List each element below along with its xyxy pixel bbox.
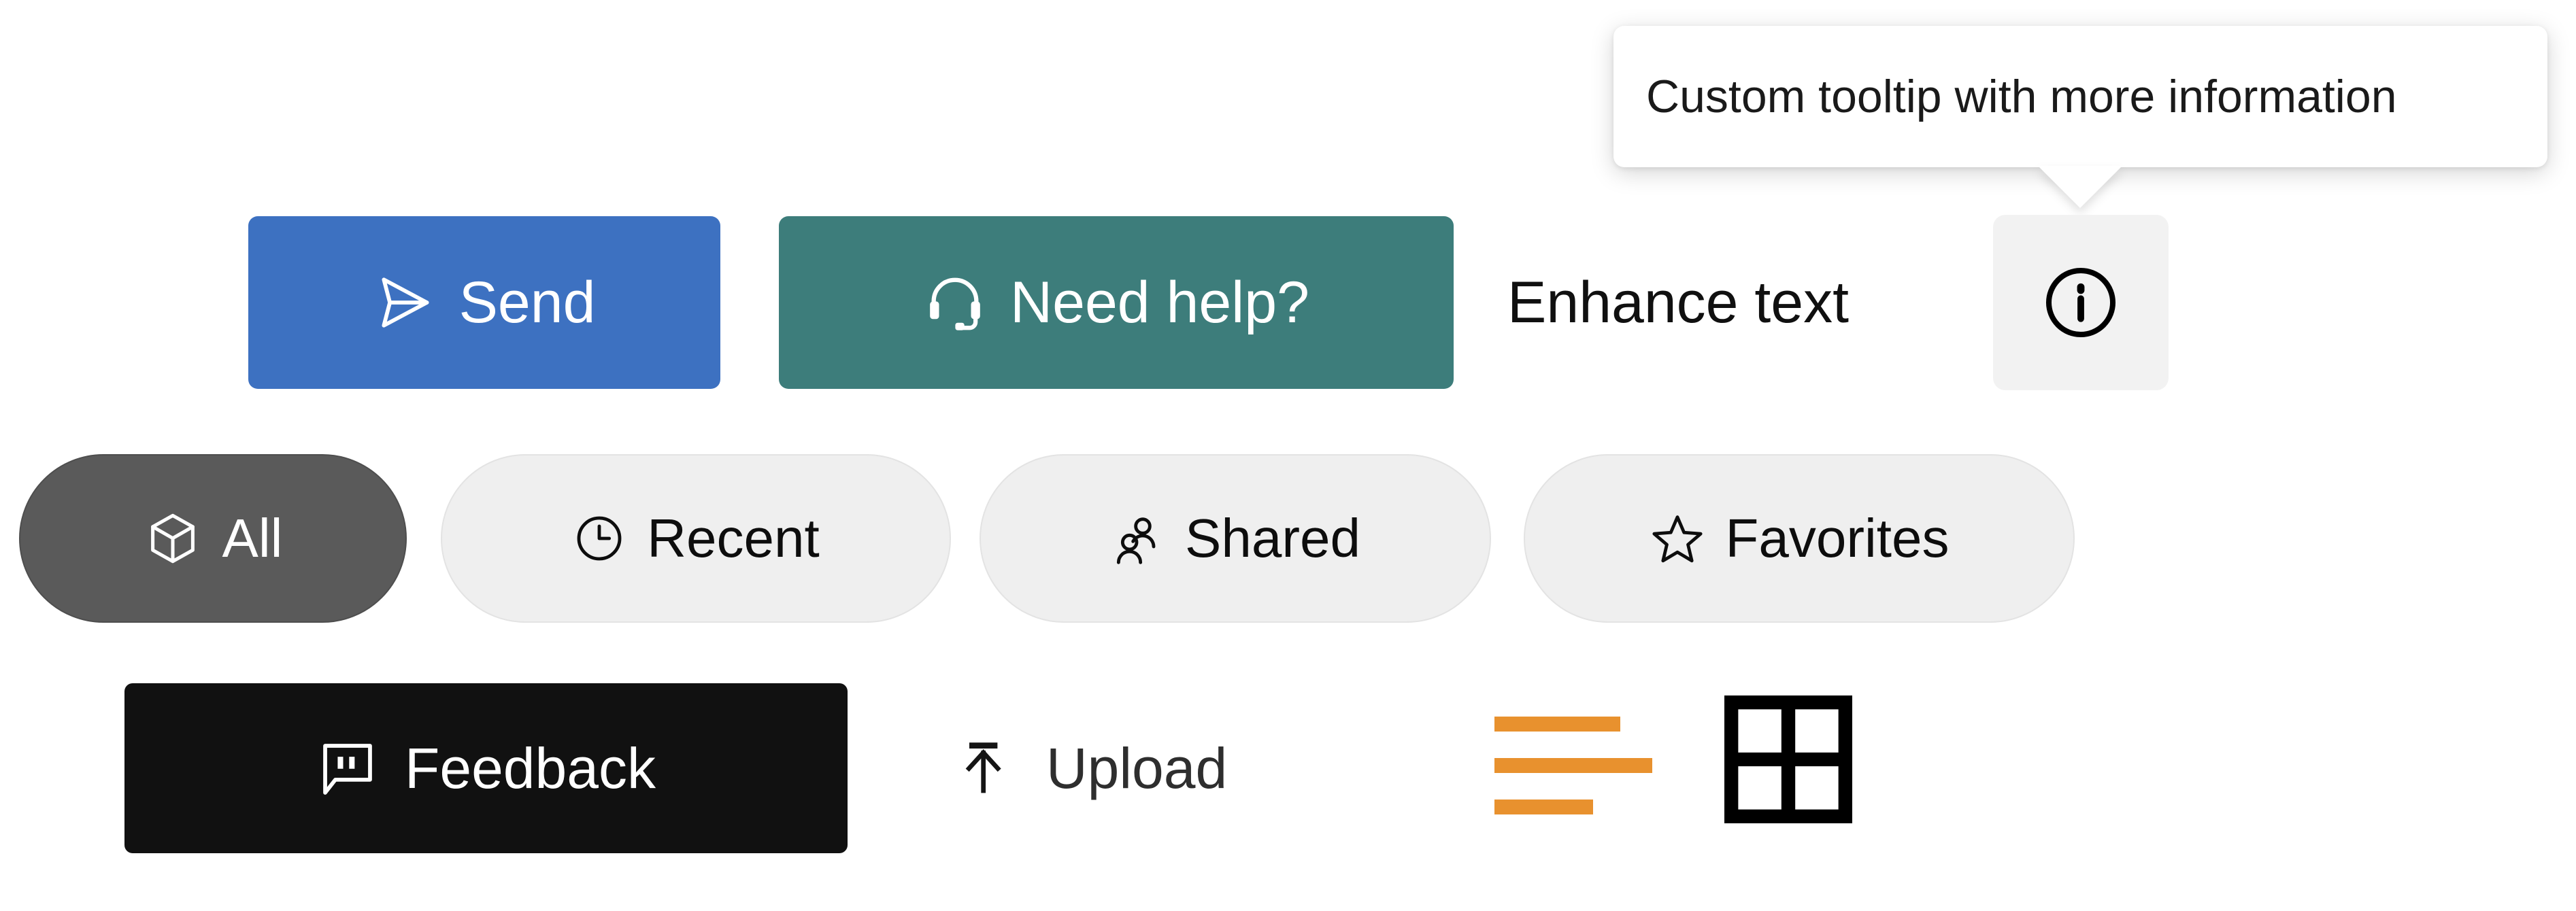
- send-button-label: Send: [458, 270, 596, 335]
- headset-icon: [923, 271, 987, 334]
- tooltip: Custom tooltip with more information: [1613, 26, 2547, 167]
- toolbar-demo-canvas: Custom tooltip with more information Sen…: [0, 0, 2576, 911]
- list-view-icon-line-2: [1494, 758, 1652, 773]
- feedback-button-label: Feedback: [405, 736, 656, 800]
- filter-pill-recent-label: Recent: [647, 508, 820, 568]
- filter-pill-all-label: All: [222, 508, 283, 568]
- info-button[interactable]: [1993, 215, 2169, 390]
- filter-pill-favorites-label: Favorites: [1725, 508, 1950, 568]
- list-view-icon-line-3: [1494, 800, 1593, 814]
- feedback-button[interactable]: Feedback: [124, 683, 848, 853]
- enhance-text-label: Enhance text: [1507, 269, 1850, 335]
- filter-pill-favorites[interactable]: Favorites: [1524, 454, 2075, 623]
- filter-pill-shared[interactable]: Shared: [980, 454, 1491, 623]
- cube-icon: [144, 509, 202, 568]
- filter-pill-all[interactable]: All: [19, 454, 407, 623]
- filter-pill-shared-label: Shared: [1185, 508, 1360, 568]
- star-icon: [1650, 511, 1705, 566]
- comment-quote-icon: [316, 737, 379, 800]
- tooltip-arrow: [2038, 166, 2122, 208]
- need-help-button[interactable]: Need help?: [779, 216, 1454, 389]
- info-circle-icon: [2039, 260, 2123, 345]
- clock-icon: [572, 511, 626, 566]
- filter-pill-recent[interactable]: Recent: [441, 454, 951, 623]
- send-button[interactable]: Send: [248, 216, 720, 389]
- list-view-icon-line-1: [1494, 717, 1620, 732]
- arrow-up-to-line-icon: [956, 737, 1019, 800]
- list-view-icon[interactable]: [1494, 717, 1665, 814]
- tooltip-text: Custom tooltip with more information: [1646, 71, 2397, 122]
- upload-button-label: Upload: [1046, 736, 1228, 800]
- upload-button[interactable]: Upload: [956, 683, 1227, 853]
- people-icon: [1110, 511, 1165, 566]
- send-icon: [373, 271, 436, 334]
- grid-view-icon[interactable]: [1724, 695, 1852, 824]
- need-help-button-label: Need help?: [1010, 270, 1309, 335]
